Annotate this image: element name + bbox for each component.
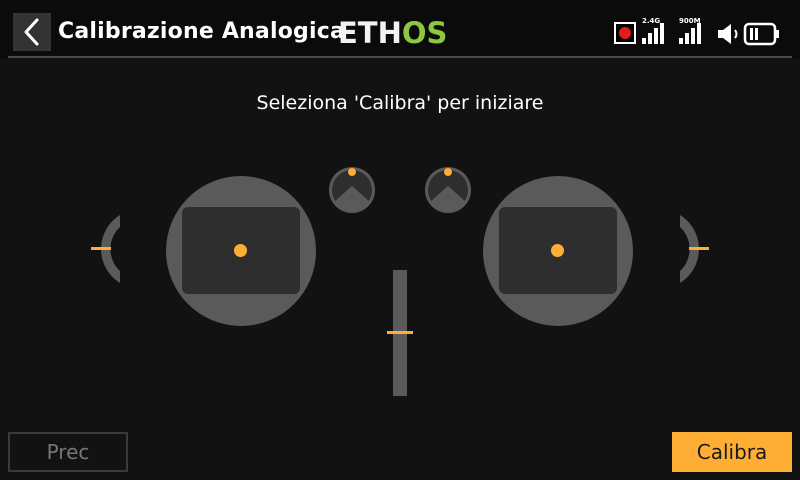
signal-900m-icon [679,23,701,44]
left-pot-knob [329,167,375,213]
center-slider-indicator [387,331,413,334]
right-stick-pad [499,207,617,294]
prev-button[interactable]: Prec [8,432,128,472]
calibrate-button[interactable]: Calibra [672,432,792,472]
right-side-slider [680,215,709,283]
left-stick-gimbal [166,176,316,326]
signal-2-4g-icon [642,23,664,44]
ethos-logo: ETHOS [338,16,448,50]
back-button[interactable] [13,13,51,51]
record-icon [614,22,636,44]
page-title: Calibrazione Analogica [58,19,345,44]
left-side-slider [91,215,120,283]
left-stick-position-dot [234,244,247,257]
right-pot-knob [425,167,471,213]
battery-icon [743,22,779,46]
right-stick-position-dot [551,244,564,257]
header-bar: Calibrazione Analogica ETHOS 2.4G 900M [0,0,800,58]
chevron-left-icon [24,18,39,46]
left-stick-pad [182,207,300,294]
speaker-icon [718,24,738,44]
right-stick-gimbal [483,176,633,326]
header-divider [8,56,792,58]
instruction-text: Seleziona 'Calibra' per iniziare [256,92,544,114]
